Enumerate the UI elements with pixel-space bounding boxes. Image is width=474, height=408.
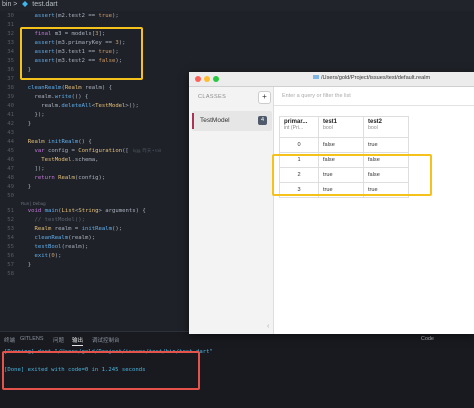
code-text: final m3 = models[3];	[34, 31, 106, 37]
git-blame-hint: kgg, 昨天 • Init	[133, 148, 162, 153]
classes-header: CLASSES	[198, 94, 227, 100]
highlight-box-output	[2, 351, 200, 390]
window-titlebar: /Users/gold/Project/issues/test/default.…	[189, 72, 474, 87]
window-title: /Users/gold/Project/issues/test/default.…	[313, 75, 430, 81]
cell-test1[interactable]: false	[318, 137, 364, 153]
close-window-icon[interactable]	[195, 76, 201, 82]
class-name: TestModel	[200, 117, 230, 124]
code-text: assert(m3.test2 == false);	[34, 58, 123, 64]
line-number: 30	[7, 13, 14, 19]
code-text: void main(List<String> arguments) {	[27, 208, 146, 214]
code-text: }	[21, 121, 32, 127]
minimize-window-icon[interactable]	[204, 76, 210, 82]
line-number: 37	[7, 76, 14, 82]
line-number: 32	[7, 31, 14, 37]
breadcrumb: bin > test.dart	[0, 0, 474, 11]
objects-view: Enter a query or filter the list primar.…	[274, 87, 474, 334]
tab-terminal[interactable]: 终端	[4, 336, 15, 344]
code-text: cleanRealm(realm);	[34, 235, 96, 241]
add-class-button[interactable]: +	[258, 91, 271, 104]
line-number: 40	[7, 103, 14, 109]
code-text: }	[21, 262, 32, 268]
query-placeholder: Enter a query or filter the list	[282, 93, 351, 99]
tab-problems[interactable]: 问题	[53, 336, 64, 344]
code-text: Realm initRealm() {	[27, 139, 92, 145]
line-number: 58	[7, 271, 14, 277]
line-number: 55	[7, 244, 14, 250]
line-number: 47	[7, 166, 14, 172]
line-number: 31	[7, 22, 14, 28]
code-text: realm.deleteAll<TestModel>();	[21, 103, 139, 109]
code-text: assert(m3.test1 == true);	[34, 49, 119, 55]
column-header-test1[interactable]: test1 bool	[318, 116, 364, 138]
tab-gitlens[interactable]: GITLENS	[20, 336, 44, 342]
code-text: assert(m2.test2 == true);	[34, 13, 119, 19]
line-number: 33	[7, 40, 14, 46]
cell-primarykey[interactable]: 0	[279, 137, 319, 153]
code-text: testBool(realm);	[34, 244, 89, 250]
code-text: exit(0);	[34, 253, 62, 259]
selection-indicator	[192, 113, 194, 129]
line-number: 54	[7, 235, 14, 241]
code-text: var config = Configuration([	[34, 148, 129, 154]
collapse-sidebar-icon[interactable]: ‹	[267, 323, 269, 330]
line-number: 53	[7, 226, 14, 232]
table-row[interactable]: 0 false true	[279, 137, 409, 153]
code-text: });	[21, 112, 45, 118]
column-header-test2[interactable]: test2 bool	[363, 116, 409, 138]
code-text: cleanRealm(Realm realm) {	[27, 85, 112, 91]
output-channel-select[interactable]: Code	[421, 336, 434, 342]
line-number: 44	[7, 139, 14, 145]
line-number: 56	[7, 253, 14, 259]
codelens-run-debug[interactable]: Run | Debug	[21, 201, 46, 206]
cell-test2[interactable]: true	[363, 137, 409, 153]
line-number: 41	[7, 112, 14, 118]
folder-icon	[313, 75, 319, 79]
zoom-window-icon[interactable]	[213, 76, 219, 82]
line-number: 46	[7, 157, 14, 163]
breadcrumb-file[interactable]: test.dart	[32, 1, 57, 8]
tab-debug-console[interactable]: 调试控制台	[92, 336, 120, 344]
realm-studio-window: /Users/gold/Project/issues/test/default.…	[189, 72, 474, 334]
code-text: }	[21, 184, 32, 190]
line-number: 36	[7, 67, 14, 73]
line-number: 39	[7, 94, 14, 100]
line-number: 42	[7, 121, 14, 127]
classes-sidebar: CLASSES + TestModel 4 ‹	[189, 87, 274, 334]
line-number: 57	[7, 262, 14, 268]
tab-output[interactable]: 输出	[72, 336, 84, 346]
code-text: return Realm(config);	[34, 175, 106, 181]
output-panel: 终端 GITLENS 问题 输出 调试控制台 Code [Running] da…	[0, 331, 474, 408]
object-count-badge: 4	[258, 116, 267, 125]
line-number: 38	[7, 85, 14, 91]
code-text: // testModel();	[21, 217, 85, 223]
highlight-box-rows	[272, 154, 432, 196]
line-number: 35	[7, 58, 14, 64]
code-text: assert(m3.primaryKey == 3);	[34, 40, 126, 46]
class-item-testmodel[interactable]: TestModel 4	[192, 111, 272, 131]
query-input[interactable]: Enter a query or filter the list	[274, 87, 474, 106]
line-number: 48	[7, 175, 14, 181]
code-text: realm.write(() {	[21, 94, 89, 100]
line-number: 50	[7, 193, 14, 199]
breadcrumb-separator: >	[13, 1, 18, 8]
line-number: 51	[7, 208, 14, 214]
line-number: 52	[7, 217, 14, 223]
dart-file-icon	[22, 1, 29, 7]
breadcrumb-folder[interactable]: bin	[2, 1, 11, 8]
code-text: TestModel.schema,	[41, 157, 99, 163]
code-text: }	[21, 67, 32, 73]
code-text: Realm realm = initRealm();	[34, 226, 123, 232]
line-number: 49	[7, 184, 14, 190]
code-text: ]);	[21, 166, 45, 172]
table-header-row: primar... int (Pri... test1 bool test2 bool	[279, 116, 409, 138]
line-number: 43	[7, 130, 14, 136]
column-header-primarykey[interactable]: primar... int (Pri...	[279, 116, 319, 138]
line-number: 34	[7, 49, 14, 55]
line-number: 45	[7, 148, 14, 154]
